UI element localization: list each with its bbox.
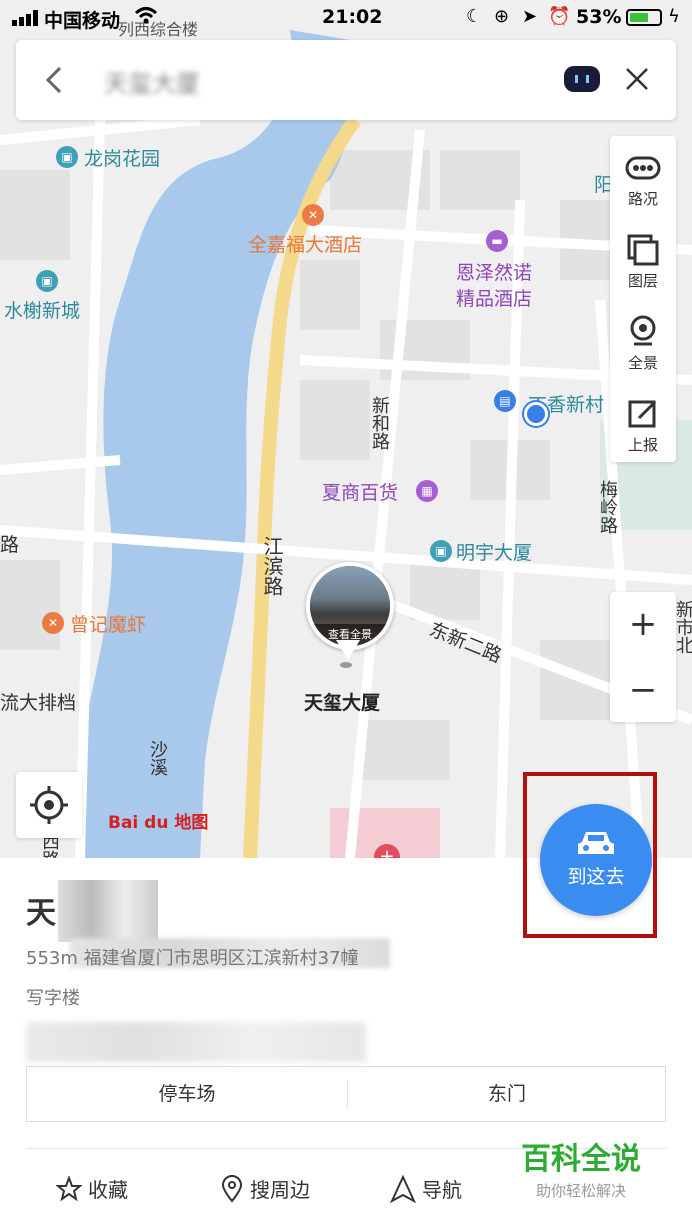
redacted-distance: [26, 1022, 366, 1062]
map-label-shuixie[interactable]: 水榭新城: [4, 296, 80, 323]
favorite-button[interactable]: 收藏: [56, 1174, 128, 1203]
pin-tail: [336, 640, 360, 660]
close-icon[interactable]: [620, 62, 654, 96]
carrier-name: 中国移动: [44, 10, 121, 32]
rotation-lock-icon: ⊕: [494, 6, 510, 27]
alarm-icon: ⏰: [548, 6, 571, 27]
search-bar[interactable]: 天玺大厦: [16, 40, 676, 120]
gate-option[interactable]: 东门: [347, 1067, 667, 1121]
road-label-jiangbin: 江滨路: [260, 536, 284, 596]
watermark: 百科全说 助你轻松解决: [506, 1134, 656, 1201]
traffic-icon: [625, 156, 661, 180]
panorama-button[interactable]: 全景: [610, 304, 676, 384]
report-label: 上报: [627, 436, 658, 454]
layers-label: 图层: [627, 272, 658, 290]
voice-assistant-icon[interactable]: [564, 66, 600, 92]
zoom-in-button[interactable]: +: [610, 592, 676, 656]
charging-icon: ϟ: [668, 6, 680, 27]
entrance-options: 停车场 东门: [26, 1066, 666, 1122]
hotel-icon: ▬: [486, 230, 508, 252]
map-label-quanjiafu[interactable]: 全嘉福大酒店: [248, 230, 362, 257]
watermark-subtitle: 助你轻松解决: [535, 1182, 626, 1200]
map-label-mingyu[interactable]: 明宇大厦: [456, 538, 532, 565]
map-canvas: [0, 0, 692, 858]
map-label-zengji[interactable]: 曾记魔虾: [70, 610, 146, 637]
poi-icon: ▣: [36, 270, 58, 292]
report-button[interactable]: 上报: [610, 386, 676, 466]
zoom-controls: + −: [610, 592, 676, 722]
layers-button[interactable]: 图层: [610, 222, 676, 302]
nearby-button[interactable]: 搜周边: [220, 1174, 310, 1203]
panorama-pin[interactable]: 查看全景: [306, 562, 394, 650]
baidu-map-logo: Bai du 地图: [108, 813, 209, 833]
layers-icon: [627, 234, 659, 266]
report-icon: [628, 400, 657, 428]
poi-icon: ▣: [56, 146, 78, 168]
map-label-dapaidang[interactable]: 流大排档: [0, 688, 76, 715]
zoom-out-button[interactable]: −: [610, 658, 676, 722]
map-label-longgang[interactable]: 龙岗花园: [84, 144, 160, 171]
navigate-label: 导航: [422, 1178, 462, 1202]
place-category: 写字楼: [26, 988, 80, 1009]
panorama-label: 全景: [627, 354, 658, 372]
watermark-title: 百科全说: [521, 1142, 641, 1177]
place-name: 天: [26, 896, 56, 931]
map-label-enze-1[interactable]: 恩泽然诺: [456, 258, 532, 285]
battery-percent: 53%: [576, 6, 622, 28]
pin-shadow: [340, 662, 352, 668]
bus-icon: ▤: [494, 390, 516, 412]
clock: 21:02: [322, 6, 383, 28]
map-label-enze-2[interactable]: 精品酒店: [456, 284, 532, 311]
navigate-button[interactable]: 导航: [390, 1174, 462, 1203]
crosshair-icon: [30, 786, 68, 824]
panorama-icon: [630, 315, 656, 346]
location-pin-icon: [221, 1174, 243, 1203]
signal-icon: [12, 9, 42, 26]
map-tools-panel: 路况 图层 全景 上报: [610, 136, 676, 462]
favorite-label: 收藏: [88, 1178, 128, 1202]
gate-option[interactable]: 停车场: [27, 1067, 347, 1121]
battery-icon: [626, 9, 662, 26]
place-address: 553m 福建省厦门市思明区江滨新村37幢: [26, 948, 359, 969]
road-label-shaxi: 沙溪: [147, 740, 168, 776]
shop-icon: ▦: [416, 480, 438, 502]
building-icon: ▣: [430, 540, 452, 562]
wifi-icon: [134, 6, 158, 31]
back-icon[interactable]: [40, 60, 70, 100]
moon-icon: ☾: [466, 6, 483, 27]
traffic-label: 路况: [627, 190, 658, 208]
road-label-xinhe: 新和路: [369, 396, 390, 450]
navigate-icon: [390, 1174, 416, 1203]
road-label-meiling: 梅岭路: [597, 480, 618, 534]
nearby-label: 搜周边: [250, 1178, 310, 1202]
road-label-left: 路: [0, 534, 20, 556]
map-view[interactable]: 列西综合楼 ▣ 龙岗花园 ✕ 全嘉福大酒店 ▬ 恩泽然诺 精品酒店 ▣ 水榭新城…: [0, 0, 692, 858]
redacted-name: [58, 880, 158, 942]
location-arrow-icon: ➤: [522, 6, 538, 27]
map-label-tianxi[interactable]: 天玺大厦: [304, 688, 380, 715]
map-label-xiashang[interactable]: 夏商百货: [322, 478, 398, 505]
status-bar: 中国移动 21:02 ☾ ⊕ ➤ ⏰ 53% ϟ: [0, 0, 692, 36]
restaurant-icon: ✕: [42, 612, 64, 634]
locate-button[interactable]: [16, 772, 82, 838]
traffic-button[interactable]: 路况: [610, 140, 676, 220]
current-location-dot: [524, 402, 548, 426]
highlight-box: [523, 772, 657, 938]
star-icon: [56, 1175, 82, 1201]
restaurant-icon: ✕: [302, 204, 324, 226]
search-query[interactable]: 天玺大厦: [104, 64, 200, 99]
